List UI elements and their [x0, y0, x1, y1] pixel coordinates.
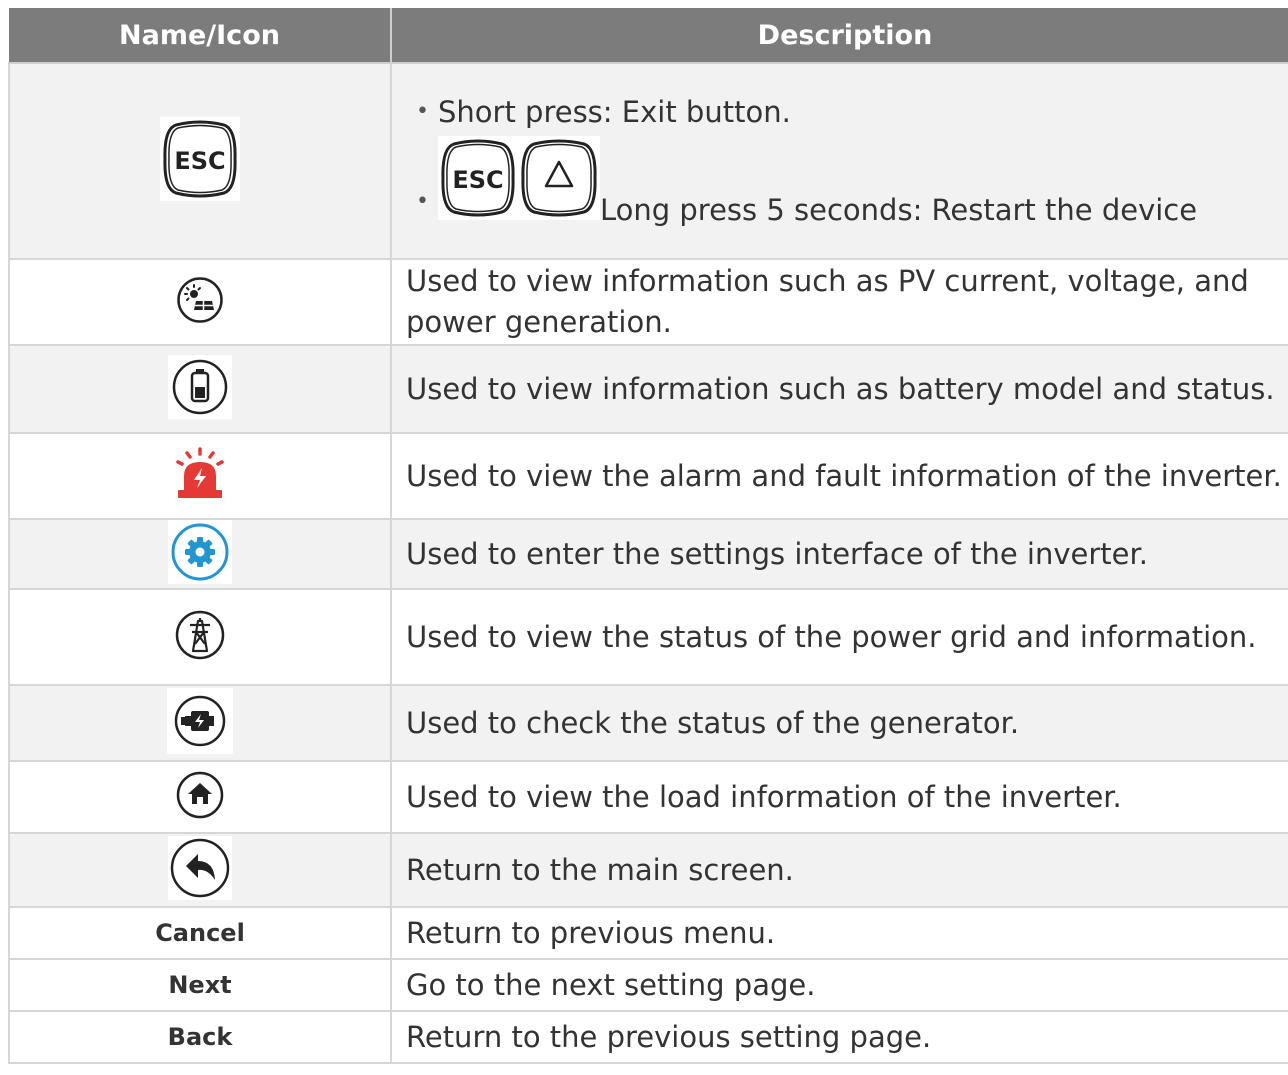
- return-arrow-icon: [168, 836, 232, 904]
- icon-cell: [8, 684, 392, 762]
- description-cell: Used to view the status of the power gri…: [390, 588, 1288, 686]
- header-name-icon: Name/Icon: [9, 8, 392, 64]
- table-row-esc: ESC • Short press: Exit button. • ESC Lo…: [8, 62, 1288, 260]
- cancel-label: Cancel: [155, 919, 245, 947]
- description-cell: Used to view the alarm and fault informa…: [390, 432, 1288, 520]
- settings-gear-icon: [168, 520, 232, 588]
- power-grid-tower-icon: [172, 607, 228, 667]
- header-description: Description: [390, 8, 1288, 64]
- icon-cell: [8, 344, 392, 434]
- description-cell: Return to the previous setting page.: [390, 1010, 1288, 1064]
- battery-icon: [168, 355, 232, 423]
- icon-cell: Next: [8, 958, 392, 1012]
- description-cell: Go to the next setting page.: [390, 958, 1288, 1012]
- icon-cell: [8, 258, 392, 346]
- long-press-text: Long press 5 seconds: Restart the device: [600, 193, 1198, 227]
- up-triangle-key-icon: [518, 136, 600, 230]
- short-press-text: Short press: Exit button.: [438, 95, 791, 129]
- table-row-load: Used to view the load information of the…: [8, 760, 1288, 834]
- esc-key-icon: ESC: [438, 136, 518, 230]
- table-row-return: Return to the main screen.: [8, 832, 1288, 908]
- table-row-generator: Used to check the status of the generato…: [8, 684, 1288, 762]
- icon-cell: Cancel: [8, 906, 392, 960]
- description-cell: Used to view information such as PV curr…: [390, 258, 1288, 346]
- description-cell: Return to previous menu.: [390, 906, 1288, 960]
- icon-description-table: Name/Icon Description ESC • Short press:…: [8, 8, 1288, 1064]
- icon-cell: [8, 760, 392, 834]
- bullet-dot-icon: •: [416, 99, 429, 124]
- icon-cell: ESC: [8, 62, 392, 260]
- table-header-row: Name/Icon Description: [9, 8, 1288, 64]
- description-cell: Used to enter the settings interface of …: [390, 518, 1288, 590]
- description-cell: • Short press: Exit button. • ESC Long p…: [390, 62, 1288, 260]
- table-row-pv: Used to view information such as PV curr…: [8, 258, 1288, 346]
- table-row-battery: Used to view information such as battery…: [8, 344, 1288, 434]
- icon-cell: [8, 518, 392, 590]
- svg-text:ESC: ESC: [174, 147, 225, 175]
- list-item: • ESC Long press 5 seconds: Restart the …: [406, 136, 1288, 230]
- back-label: Back: [167, 1023, 233, 1051]
- pv-solar-icon: [176, 276, 224, 328]
- icon-cell: Back: [8, 1010, 392, 1064]
- description-cell: Return to the main screen.: [390, 832, 1288, 908]
- bullet-dot-icon: •: [416, 189, 429, 214]
- generator-icon: [167, 688, 233, 758]
- esc-bullet-list: • Short press: Exit button. • ESC Long p…: [406, 92, 1288, 230]
- icon-cell: [8, 588, 392, 686]
- alarm-icon: [170, 446, 230, 506]
- description-cell: Used to view the load information of the…: [390, 760, 1288, 834]
- description-cell: Used to view information such as battery…: [390, 344, 1288, 434]
- table-row-grid: Used to view the status of the power gri…: [8, 588, 1288, 686]
- table-row-back: Back Return to the previous setting page…: [8, 1010, 1288, 1064]
- svg-text:ESC: ESC: [452, 166, 503, 194]
- table-row-next: Next Go to the next setting page.: [8, 958, 1288, 1012]
- table-row-alarm: Used to view the alarm and fault informa…: [8, 432, 1288, 520]
- table-row-cancel: Cancel Return to previous menu.: [8, 906, 1288, 960]
- next-label: Next: [168, 971, 232, 999]
- icon-cell: [8, 432, 392, 520]
- icon-cell: [8, 832, 392, 908]
- home-load-icon: [175, 770, 225, 824]
- description-cell: Used to check the status of the generato…: [390, 684, 1288, 762]
- list-item: • Short press: Exit button.: [406, 92, 1288, 132]
- esc-key-icon: ESC: [160, 117, 240, 205]
- table-row-settings: Used to enter the settings interface of …: [8, 518, 1288, 590]
